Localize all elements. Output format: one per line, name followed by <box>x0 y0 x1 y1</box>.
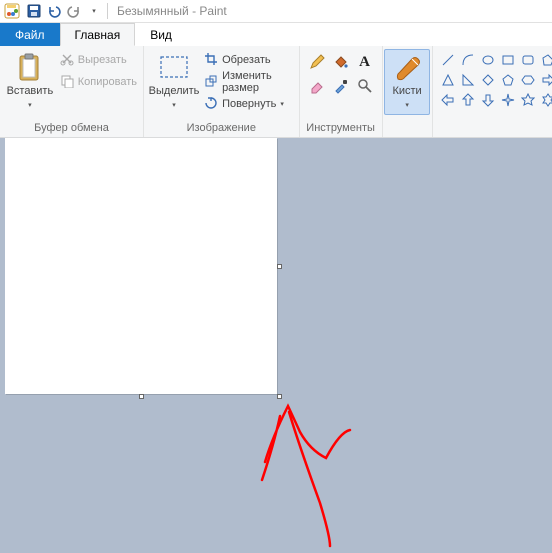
clipboard-icon <box>14 52 46 84</box>
tab-view-label: Вид <box>150 28 172 42</box>
resize-handle-e[interactable] <box>277 264 282 269</box>
brush-icon <box>391 52 423 84</box>
chevron-down-icon: ▾ <box>280 100 284 108</box>
cut-button[interactable]: Вырезать <box>58 49 139 71</box>
workspace <box>0 138 552 553</box>
select-rect-icon <box>158 52 190 84</box>
group-brushes-label <box>387 120 428 137</box>
crop-label: Обрезать <box>222 54 271 66</box>
shape-rect-icon[interactable] <box>499 51 517 69</box>
shape-hexagon-icon[interactable] <box>519 71 537 89</box>
ribbon-tabs: Файл Главная Вид <box>0 23 552 46</box>
shape-arrow-right-icon[interactable] <box>539 71 552 89</box>
crop-button[interactable]: Обрезать <box>202 49 295 71</box>
group-shapes-label <box>437 120 552 137</box>
shape-arrow-down-icon[interactable] <box>479 91 497 109</box>
eraser-tool[interactable] <box>306 75 328 97</box>
shape-oval-icon[interactable] <box>479 51 497 69</box>
crop-icon <box>204 52 218 69</box>
picker-tool[interactable] <box>330 75 352 97</box>
shape-pentagon-icon[interactable] <box>499 71 517 89</box>
copy-icon <box>60 74 74 91</box>
copy-button[interactable]: Копировать <box>58 71 139 93</box>
save-button[interactable] <box>24 1 44 21</box>
group-image-label: Изображение <box>148 120 295 137</box>
resize-handle-s[interactable] <box>139 394 144 399</box>
select-label: Выделить <box>149 85 200 97</box>
shape-star5-icon[interactable] <box>519 91 537 109</box>
shape-curve-icon[interactable] <box>459 51 477 69</box>
rotate-icon <box>204 96 218 113</box>
undo-button[interactable] <box>44 1 64 21</box>
text-tool[interactable]: A <box>354 51 376 73</box>
title-bar: ▾ Безымянный - Paint <box>0 0 552 23</box>
chevron-down-icon: ▾ <box>172 102 176 109</box>
shape-line-icon[interactable] <box>439 51 457 69</box>
shape-right-triangle-icon[interactable] <box>459 71 477 89</box>
shape-triangle-icon[interactable] <box>439 71 457 89</box>
rotate-label: Повернуть <box>222 98 276 110</box>
chevron-down-icon: ▾ <box>28 102 32 109</box>
group-tools-label: Инструменты <box>304 120 378 137</box>
paste-button[interactable]: Вставить ▾ <box>4 49 56 115</box>
separator <box>107 3 108 19</box>
resize-handle-se[interactable] <box>277 394 282 399</box>
pencil-tool[interactable] <box>306 51 328 73</box>
select-button[interactable]: Выделить ▾ <box>148 49 200 115</box>
shapes-gallery[interactable] <box>437 49 552 109</box>
brushes-label: Кисти <box>392 85 421 97</box>
tab-file-label: Файл <box>15 28 45 42</box>
ribbon: Вставить ▾ Вырезать Копировать Буфер обме… <box>0 46 552 138</box>
chevron-down-icon: ▾ <box>405 102 409 109</box>
zoom-tool[interactable] <box>354 75 376 97</box>
bucket-tool[interactable] <box>330 51 352 73</box>
shape-star4-icon[interactable] <box>499 91 517 109</box>
resize-icon <box>204 74 218 91</box>
tab-home[interactable]: Главная <box>60 23 136 46</box>
shape-roundrect-icon[interactable] <box>519 51 537 69</box>
shape-arrow-left-icon[interactable] <box>439 91 457 109</box>
group-brushes: Кисти ▾ <box>383 46 433 137</box>
shape-diamond-icon[interactable] <box>479 71 497 89</box>
copy-label: Копировать <box>78 76 137 88</box>
qat-customize-button[interactable]: ▾ <box>84 1 104 21</box>
resize-label: Изменить размер <box>222 70 293 94</box>
brushes-button[interactable]: Кисти ▾ <box>384 49 430 115</box>
rotate-button[interactable]: Повернуть ▾ <box>202 93 295 115</box>
tab-view[interactable]: Вид <box>135 23 187 46</box>
shape-arrow-up-icon[interactable] <box>459 91 477 109</box>
group-tools: A Инструменты <box>300 46 383 137</box>
app-icon <box>2 1 22 21</box>
shape-polygon-icon[interactable] <box>539 51 552 69</box>
tab-home-label: Главная <box>75 28 121 42</box>
cut-label: Вырезать <box>78 54 127 66</box>
canvas[interactable] <box>5 138 277 394</box>
group-image: Выделить ▾ Обрезать Изменить размер Повер… <box>144 46 300 137</box>
tab-file[interactable]: Файл <box>0 23 60 46</box>
group-clipboard-label: Буфер обмена <box>4 120 139 137</box>
paste-label: Вставить <box>7 85 54 97</box>
window-title: Безымянный - Paint <box>117 4 227 18</box>
redo-button[interactable] <box>64 1 84 21</box>
resize-button[interactable]: Изменить размер <box>202 71 295 93</box>
scissors-icon <box>60 52 74 69</box>
group-shapes <box>433 46 552 137</box>
shape-star6-icon[interactable] <box>539 91 552 109</box>
group-clipboard: Вставить ▾ Вырезать Копировать Буфер обме… <box>0 46 144 137</box>
